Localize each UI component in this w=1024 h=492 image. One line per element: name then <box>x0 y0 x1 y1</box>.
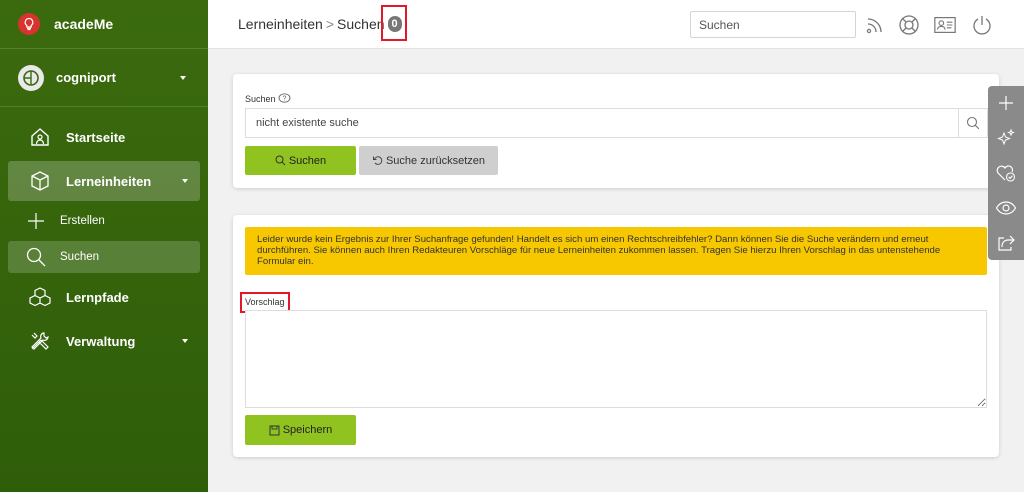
search-card: Suchen ? nicht existente suche Suchen Su… <box>233 74 999 188</box>
breadcrumb: Lerneinheiten > Suchen 0 <box>238 16 402 32</box>
sidebar-item-label: Erstellen <box>60 215 105 227</box>
sidebar-item-label: Verwaltung <box>66 333 136 349</box>
cubes-icon <box>28 285 52 309</box>
bulb-logo-icon <box>18 13 40 35</box>
brand[interactable]: acadeMe <box>0 0 208 49</box>
sidebar-nav: Startseite Lerneinheiten Erstellen Suche… <box>0 107 208 361</box>
sidebar: acadeMe cogniport Startseite Lerneinheit… <box>0 0 208 492</box>
topbar: Lerneinheiten > Suchen 0 <box>208 0 1024 49</box>
save-icon <box>269 425 280 436</box>
right-toolbar <box>988 86 1024 260</box>
search-query-field[interactable]: nicht existente suche <box>245 108 959 138</box>
power-icon[interactable] <box>970 13 994 37</box>
svg-text:?: ? <box>282 96 286 103</box>
highlight-box-badge <box>381 5 407 41</box>
sidebar-item-startseite[interactable]: Startseite <box>8 117 200 157</box>
breadcrumb-lerneinheiten[interactable]: Lerneinheiten <box>238 16 323 32</box>
sidebar-item-suchen[interactable]: Suchen <box>8 241 200 273</box>
eye-icon[interactable] <box>988 190 1024 225</box>
sidebar-item-label: Suchen <box>60 251 100 263</box>
search-submit-icon-button[interactable] <box>958 108 988 138</box>
org-name: cogniport <box>56 70 116 85</box>
save-button-label: Speichern <box>282 424 333 436</box>
lifebuoy-icon[interactable] <box>897 13 921 37</box>
home-icon <box>28 125 52 149</box>
tools-icon <box>28 329 52 353</box>
sidebar-item-verwaltung[interactable]: Verwaltung <box>8 321 200 361</box>
search-button-label: Suchen <box>288 154 327 167</box>
search-icon <box>966 116 980 130</box>
result-card: Leider wurde kein Ergebnis zur Ihrer Suc… <box>233 215 999 457</box>
heart-check-icon[interactable] <box>988 156 1024 191</box>
breadcrumb-separator: > <box>325 16 335 32</box>
app-name: acadeMe <box>54 16 114 32</box>
help-icon[interactable]: ? <box>278 93 291 104</box>
breadcrumb-suchen: Suchen <box>337 16 385 32</box>
no-results-alert: Leider wurde kein Ergebnis zur Ihrer Suc… <box>245 227 987 275</box>
search-icon <box>275 155 286 166</box>
suggestion-textarea[interactable] <box>245 310 987 408</box>
undo-icon <box>372 155 383 166</box>
org-switcher[interactable]: cogniport <box>0 49 208 107</box>
chevron-down-icon <box>182 179 188 183</box>
sidebar-item-label: Lernpfade <box>66 289 129 305</box>
search-label-text: Suchen <box>245 93 276 104</box>
sidebar-item-label: Startseite <box>66 129 126 145</box>
chevron-down-icon <box>182 339 188 343</box>
share-icon[interactable] <box>988 225 1024 260</box>
org-avatar <box>18 64 44 91</box>
sidebar-item-erstellen[interactable]: Erstellen <box>8 205 200 237</box>
chevron-down-icon <box>180 75 186 80</box>
plus-icon <box>24 209 48 233</box>
search-label: Suchen ? <box>245 93 291 104</box>
plus-icon[interactable] <box>988 86 1024 121</box>
reset-search-button-label: Suche zurücksetzen <box>385 154 486 167</box>
header-search-input[interactable] <box>690 11 856 38</box>
sidebar-item-label: Lerneinheiten <box>66 173 152 189</box>
rss-icon[interactable] <box>863 13 887 37</box>
search-icon <box>24 245 48 269</box>
save-button[interactable]: Speichern <box>245 415 356 445</box>
sidebar-item-lernpfade[interactable]: Lernpfade <box>8 277 200 317</box>
sparkle-icon[interactable] <box>988 121 1024 156</box>
box-icon <box>28 169 52 193</box>
search-button[interactable]: Suchen <box>245 146 356 175</box>
id-card-icon[interactable] <box>933 13 957 37</box>
reset-search-button[interactable]: Suche zurücksetzen <box>359 146 498 175</box>
sidebar-item-lerneinheiten[interactable]: Lerneinheiten <box>8 161 200 201</box>
